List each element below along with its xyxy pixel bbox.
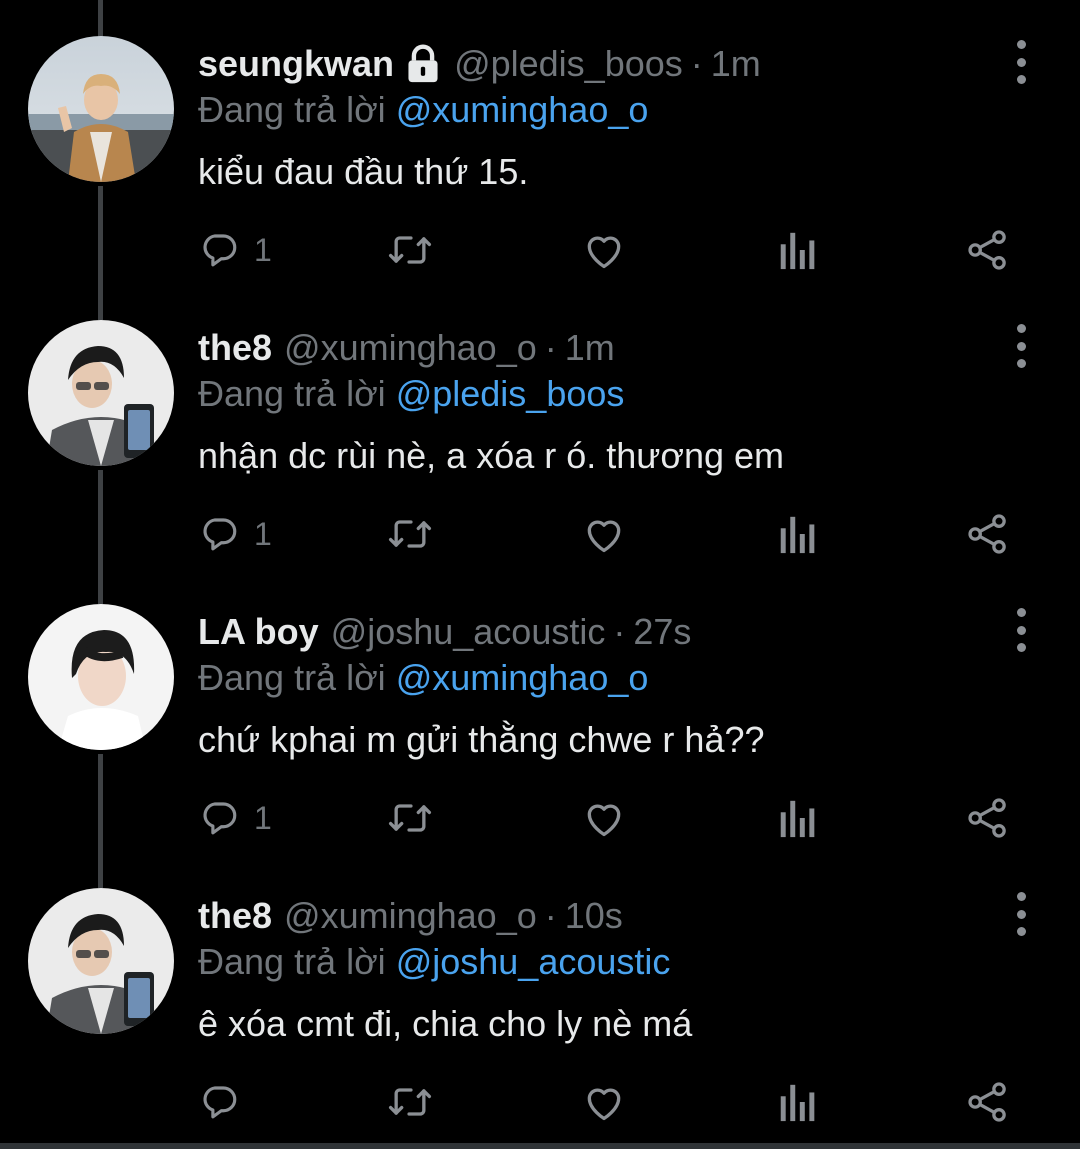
reply-count: 1 xyxy=(254,515,272,552)
replying-to-label: Đang trả lời xyxy=(198,89,386,130)
heart-icon xyxy=(582,1081,626,1123)
retweet-icon xyxy=(386,513,434,555)
share-button[interactable] xyxy=(966,226,1010,274)
avatar[interactable] xyxy=(28,604,174,750)
share-icon xyxy=(966,228,1010,272)
tweet-text: ê xóa cmt đi, chia cho ly nè má xyxy=(198,1003,693,1044)
avatar[interactable] xyxy=(28,888,174,1034)
mention-link[interactable]: @pledis_boos xyxy=(396,373,625,414)
replying-to: Đang trả lời @pledis_boos xyxy=(198,370,624,418)
tweet[interactable]: the8 @xuminghao_o · 1m Đang trả lời @pled… xyxy=(0,284,1080,568)
views-icon xyxy=(776,1081,816,1123)
separator-dot: · xyxy=(544,895,557,936)
heart-icon xyxy=(582,229,626,271)
tweet-text: nhận dc rùi nè, a xóa r ó. thương em xyxy=(198,435,785,476)
views-button[interactable] xyxy=(776,226,816,274)
display-name[interactable]: seungkwan xyxy=(198,40,394,88)
replying-to-label: Đang trả lời xyxy=(198,657,386,698)
like-button[interactable] xyxy=(582,226,626,274)
retweet-button[interactable] xyxy=(386,794,434,842)
reply-button[interactable] xyxy=(198,1078,254,1126)
reply-icon xyxy=(198,1081,240,1123)
lock-icon xyxy=(404,44,442,84)
action-bar xyxy=(198,1078,1018,1126)
retweet-icon xyxy=(386,1081,434,1123)
tweet-header: seungkwan @pledis_boos · 1m xyxy=(198,40,761,88)
timestamp[interactable]: 27s xyxy=(633,608,691,656)
share-button[interactable] xyxy=(966,1078,1010,1126)
tweet-text: chứ kphai m gửi thằng chwe r hả?? xyxy=(198,719,765,760)
tweet[interactable]: LA boy @joshu_acoustic · 27s Đang trả lờ… xyxy=(0,568,1080,852)
tweet-header: LA boy @joshu_acoustic · 27s xyxy=(198,608,691,656)
like-button[interactable] xyxy=(582,510,626,558)
reply-count: 1 xyxy=(254,799,272,836)
tweet[interactable]: the8 @xuminghao_o · 10s Đang trả lời @jos… xyxy=(0,852,1080,1136)
more-options-icon[interactable] xyxy=(1004,324,1038,368)
display-name[interactable]: LA boy xyxy=(198,608,319,656)
more-options-icon[interactable] xyxy=(1004,892,1038,936)
reply-icon xyxy=(198,229,240,271)
bottom-divider xyxy=(0,1143,1080,1149)
tweet-header: the8 @xuminghao_o · 1m xyxy=(198,324,615,372)
views-button[interactable] xyxy=(776,794,816,842)
share-button[interactable] xyxy=(966,510,1010,558)
separator-dot: · xyxy=(613,611,626,652)
views-button[interactable] xyxy=(776,1078,816,1126)
reply-count: 1 xyxy=(254,231,272,268)
separator-dot: · xyxy=(690,43,703,84)
replying-to: Đang trả lời @xuminghao_o xyxy=(198,86,648,134)
reply-thread: seungkwan @pledis_boos · 1m Đang trả lời… xyxy=(0,0,1080,1149)
retweet-icon xyxy=(386,229,434,271)
action-bar: 1 xyxy=(198,794,1018,842)
reply-button[interactable]: 1 xyxy=(198,510,272,558)
action-bar: 1 xyxy=(198,510,1018,558)
tweet[interactable]: seungkwan @pledis_boos · 1m Đang trả lời… xyxy=(0,0,1080,284)
user-handle[interactable]: @xuminghao_o xyxy=(284,324,537,372)
retweet-icon xyxy=(386,797,434,839)
reply-button[interactable]: 1 xyxy=(198,794,272,842)
replying-to-label: Đang trả lời xyxy=(198,941,386,982)
share-icon xyxy=(966,512,1010,556)
timestamp[interactable]: 1m xyxy=(711,40,761,88)
tweet-header: the8 @xuminghao_o · 10s xyxy=(198,892,623,940)
views-icon xyxy=(776,229,816,271)
tweet-text: kiểu đau đầu thứ 15. xyxy=(198,151,529,192)
replying-to: Đang trả lời @joshu_acoustic xyxy=(198,938,670,986)
heart-icon xyxy=(582,797,626,839)
reply-icon xyxy=(198,797,240,839)
avatar[interactable] xyxy=(28,320,174,466)
mention-link[interactable]: @joshu_acoustic xyxy=(396,941,671,982)
replying-to: Đang trả lời @xuminghao_o xyxy=(198,654,648,702)
like-button[interactable] xyxy=(582,1078,626,1126)
heart-icon xyxy=(582,513,626,555)
share-icon xyxy=(966,796,1010,840)
action-bar: 1 xyxy=(198,226,1018,274)
display-name[interactable]: the8 xyxy=(198,324,272,372)
views-icon xyxy=(776,797,816,839)
retweet-button[interactable] xyxy=(386,510,434,558)
separator-dot: · xyxy=(544,327,557,368)
user-handle[interactable]: @joshu_acoustic xyxy=(331,608,606,656)
mention-link[interactable]: @xuminghao_o xyxy=(396,89,649,130)
more-options-icon[interactable] xyxy=(1004,40,1038,84)
display-name[interactable]: the8 xyxy=(198,892,272,940)
timestamp[interactable]: 10s xyxy=(565,892,623,940)
replying-to-label: Đang trả lời xyxy=(198,373,386,414)
views-icon xyxy=(776,513,816,555)
share-icon xyxy=(966,1080,1010,1124)
retweet-button[interactable] xyxy=(386,226,434,274)
views-button[interactable] xyxy=(776,510,816,558)
reply-button[interactable]: 1 xyxy=(198,226,272,274)
reply-icon xyxy=(198,513,240,555)
avatar[interactable] xyxy=(28,36,174,182)
share-button[interactable] xyxy=(966,794,1010,842)
user-handle[interactable]: @pledis_boos xyxy=(454,40,683,88)
mention-link[interactable]: @xuminghao_o xyxy=(396,657,649,698)
retweet-button[interactable] xyxy=(386,1078,434,1126)
user-handle[interactable]: @xuminghao_o xyxy=(284,892,537,940)
like-button[interactable] xyxy=(582,794,626,842)
timestamp[interactable]: 1m xyxy=(565,324,615,372)
more-options-icon[interactable] xyxy=(1004,608,1038,652)
